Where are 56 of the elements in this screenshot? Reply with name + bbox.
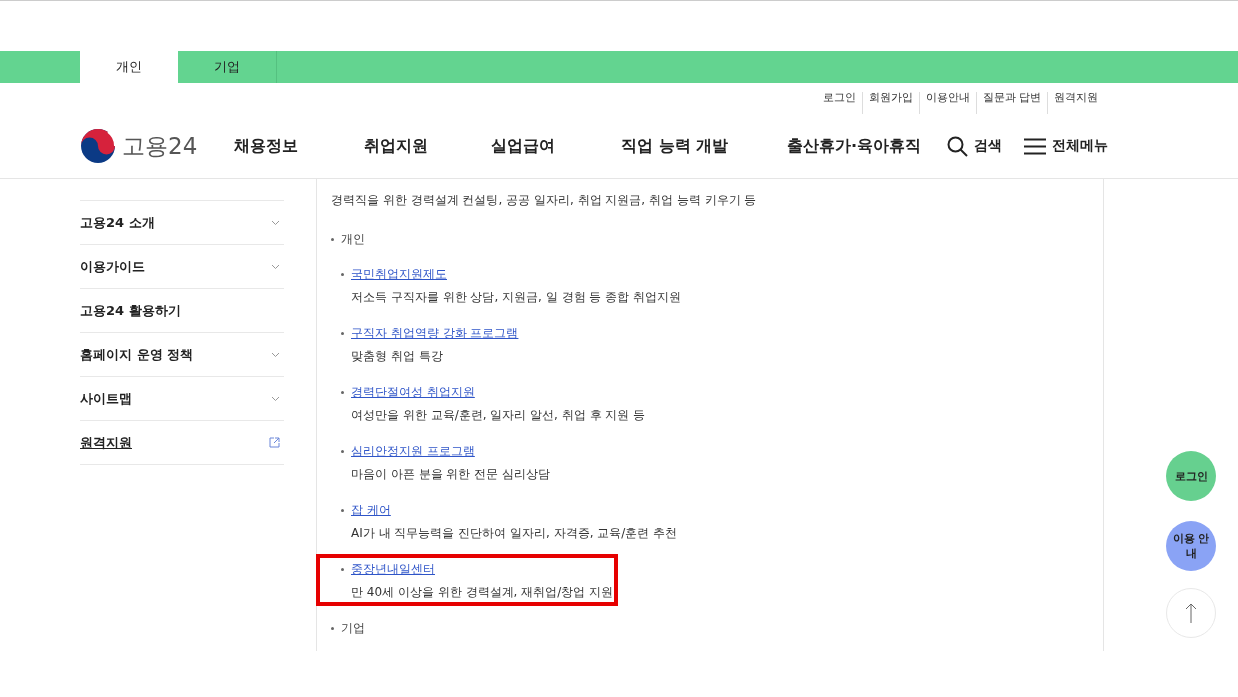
utility-link[interactable]: 원격지원 <box>1047 92 1104 114</box>
all-menu-button[interactable]: 전체메뉴 <box>1024 137 1108 155</box>
chevron-down-icon <box>271 219 280 226</box>
program-link[interactable]: 경력단절여성 취업지원 <box>351 384 475 401</box>
program-description: 저소득 구직자를 위한 상담, 지원금, 일 경험 등 종합 취업지원 <box>351 289 682 306</box>
search-icon <box>947 135 968 157</box>
program-link[interactable]: 국민취업지원제도 <box>351 266 447 283</box>
program-link[interactable]: 심리안정지원 프로그램 <box>351 443 475 460</box>
top-tab[interactable]: 개인 <box>80 51 178 83</box>
program-description: 맞춤형 취업 특강 <box>351 348 444 365</box>
utility-link[interactable]: 질문과 답변 <box>975 92 1047 114</box>
search-button[interactable]: 검색 <box>947 135 1002 157</box>
external-link-icon <box>269 437 280 448</box>
sidebar-item[interactable]: 고용24 소개 <box>80 201 284 245</box>
program-link[interactable]: 구직자 취업역량 강화 프로그램 <box>351 325 519 342</box>
bullet-icon <box>331 627 334 630</box>
arrow-up-icon <box>1185 603 1197 623</box>
program-description: 여성만을 위한 교육/훈련, 일자리 알선, 취업 후 지원 등 <box>351 407 647 424</box>
utility-link[interactable]: 이용안내 <box>918 92 976 114</box>
chevron-down-icon <box>271 351 280 358</box>
bullet-icon <box>341 391 344 394</box>
bullet-icon <box>341 568 344 571</box>
top-tab[interactable]: 기업 <box>178 51 277 83</box>
nav-link[interactable]: 실업급여 <box>491 135 621 157</box>
bullet-icon <box>341 450 344 453</box>
sidebar-item[interactable]: 홈페이지 운영 정책 <box>80 333 284 377</box>
scroll-top-button[interactable] <box>1166 588 1216 638</box>
program-link[interactable]: 중장년내일센터 <box>351 561 435 578</box>
intro-text: 경력직을 위한 경력설계 컨설팅, 공공 일자리, 취업 지원금, 취업 능력 키우기 등 <box>331 192 758 209</box>
bullet-icon <box>341 273 344 276</box>
sidebar-item[interactable]: 고용24 활용하기 <box>80 289 284 333</box>
chevron-down-icon <box>271 395 280 402</box>
logo-icon <box>80 128 116 164</box>
sidebar-item[interactable]: 원격지원 <box>80 421 284 465</box>
sidebar-item[interactable]: 사이트맵 <box>80 377 284 421</box>
sidebar-item[interactable]: 이용가이드 <box>80 245 284 289</box>
logo-text[interactable]: 고용24 <box>122 130 198 162</box>
section-label: 기업 <box>341 620 365 637</box>
section-label: 개인 <box>341 231 365 248</box>
bullet-icon <box>341 332 344 335</box>
program-link[interactable]: 잡 케어 <box>351 502 391 519</box>
program-description: 마음이 아픈 분을 위한 전문 심리상담 <box>351 466 552 483</box>
utility-link[interactable]: 회원가입 <box>861 92 919 114</box>
nav-link[interactable]: 채용정보 <box>234 135 364 157</box>
nav-link[interactable]: 취업지원 <box>364 135 491 157</box>
utility-link[interactable]: 로그인 <box>816 92 862 114</box>
bullet-icon <box>331 238 334 241</box>
program-description: 만 40세 이상을 위한 경력설계, 재취업/창업 지원 <box>351 584 614 601</box>
menu-icon <box>1024 137 1046 155</box>
nav-link[interactable]: 직업 능력 개발 <box>621 135 787 157</box>
bullet-icon <box>341 509 344 512</box>
program-description: AI가 내 직무능력을 진단하여 일자리, 자격증, 교육/훈련 추천 <box>351 525 679 542</box>
chevron-down-icon <box>271 263 280 270</box>
floating-button[interactable]: 로그인 <box>1166 451 1216 501</box>
nav-link[interactable]: 출산휴가·육아휴직 <box>787 135 947 157</box>
floating-button[interactable]: 이용 안내 <box>1166 521 1216 571</box>
